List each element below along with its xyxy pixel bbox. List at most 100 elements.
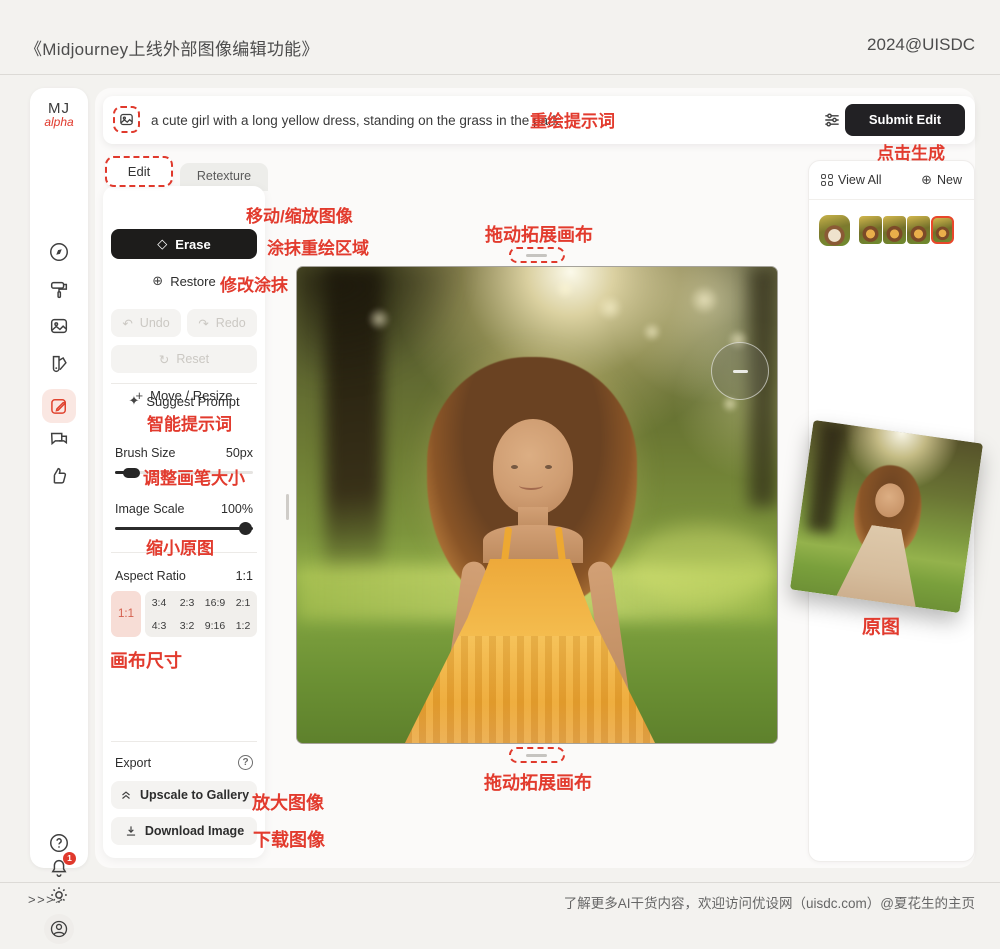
- slider-track: [115, 527, 253, 530]
- bell-icon[interactable]: 1: [48, 857, 70, 879]
- redo-label: Redo: [216, 316, 246, 330]
- thumbnail-variant-selected[interactable]: [931, 216, 954, 244]
- view-all-label: View All: [838, 173, 882, 187]
- panel-scrollbar[interactable]: [286, 494, 289, 520]
- suggest-prompt-label: Suggest Prompt: [146, 394, 239, 409]
- erase-icon: ◇: [157, 236, 167, 252]
- restore-label: Restore: [170, 274, 216, 289]
- photo-layer: [642, 322, 662, 342]
- reset-button[interactable]: ↻ Reset: [111, 345, 257, 373]
- brush-minus-icon: [733, 370, 748, 373]
- photo-layer: [806, 421, 847, 534]
- footer-credit: 了解更多AI干货内容，欢迎访问优设网（uisdc.com）@夏花生的主页: [564, 892, 975, 912]
- view-all-button[interactable]: View All: [821, 173, 882, 187]
- aspect-option[interactable]: 2:3: [173, 591, 201, 614]
- undo-icon: ↶: [122, 316, 132, 331]
- thumbnail-variant[interactable]: [907, 216, 930, 244]
- undo-label: Undo: [140, 316, 170, 330]
- compass-icon[interactable]: [48, 241, 70, 263]
- photo-layer: [483, 525, 583, 563]
- aspect-option[interactable]: 1:2: [229, 614, 257, 637]
- sparkle-icon: ✦: [128, 393, 139, 409]
- versions-panel-header: View All ⊕ New: [809, 161, 974, 200]
- annotation-prompt: 重绘提示词: [530, 107, 615, 132]
- header-divider: [0, 74, 1000, 75]
- expand-canvas-handle-top[interactable]: [509, 247, 565, 263]
- annotation-aspect: 画布尺寸: [110, 647, 182, 673]
- thumbnail-variant[interactable]: [883, 216, 906, 244]
- new-label: New: [937, 173, 962, 187]
- aspect-option-1-1-selected[interactable]: 1:1: [111, 591, 141, 637]
- photo-layer: [597, 295, 623, 321]
- tab-edit[interactable]: Edit: [105, 156, 173, 187]
- reset-label: Reset: [176, 352, 209, 366]
- paint-roller-icon[interactable]: [48, 279, 70, 301]
- chat-icon[interactable]: [48, 428, 70, 450]
- download-image-button[interactable]: Download Image: [111, 817, 257, 845]
- photo-layer: [689, 285, 719, 315]
- plus-circle-icon: ⊕: [921, 172, 932, 188]
- edit-icon[interactable]: [42, 389, 76, 423]
- redo-button[interactable]: ↷ Redo: [187, 309, 257, 337]
- brush-size-row: Brush Size 50px: [115, 446, 253, 460]
- slider-thumb[interactable]: [123, 468, 140, 478]
- upscale-to-gallery-button[interactable]: Upscale to Gallery: [111, 781, 257, 809]
- export-help-icon[interactable]: ?: [238, 755, 253, 770]
- aspect-ratio-grid: 3:4 2:3 16:9 2:1 4:3 3:2 9:16 1:2: [145, 591, 257, 637]
- new-button[interactable]: ⊕ New: [921, 172, 962, 188]
- annotation-scale: 缩小原图: [146, 534, 214, 559]
- settings-sliders-icon[interactable]: [822, 110, 842, 130]
- thumbs-up-icon[interactable]: [48, 465, 70, 487]
- aspect-option[interactable]: 9:16: [201, 614, 229, 637]
- brush-size-value: 50px: [226, 446, 253, 460]
- canvas-image[interactable]: [297, 267, 777, 743]
- annotation-brush: 调整画笔大小: [143, 464, 245, 489]
- erase-label: Erase: [175, 237, 210, 252]
- photo-layer: [511, 465, 518, 469]
- upscale-chevrons-icon: [119, 788, 133, 802]
- annotation-submit: 点击生成: [877, 139, 945, 164]
- slider-thumb[interactable]: [239, 522, 252, 535]
- undo-button[interactable]: ↶ Undo: [111, 309, 181, 337]
- help-icon[interactable]: [48, 832, 70, 854]
- logo-alpha-text: alpha: [30, 115, 88, 129]
- page-title: 《Midjourney上线外部图像编辑功能》: [25, 35, 319, 60]
- aspect-option[interactable]: 3:2: [173, 614, 201, 637]
- thumbnail-variant[interactable]: [859, 216, 882, 244]
- image-icon[interactable]: [48, 315, 70, 337]
- annotation-download: 下载图像: [253, 826, 325, 852]
- aspect-option[interactable]: 2:1: [229, 591, 257, 614]
- prompt-image-icon[interactable]: [113, 106, 140, 133]
- aspect-ratio-label: Aspect Ratio: [115, 569, 186, 583]
- annotation-erase: 涂抹重绘区域: [267, 234, 369, 259]
- account-avatar[interactable]: [44, 914, 74, 944]
- download-icon: [124, 824, 138, 838]
- export-row: Export ?: [115, 755, 253, 770]
- thumbnail-original[interactable]: [819, 215, 850, 246]
- swatches-icon[interactable]: [48, 353, 70, 375]
- prompt-input[interactable]: a cute girl with a long yellow dress, st…: [151, 113, 559, 128]
- photo-layer: [555, 279, 575, 299]
- suggest-prompt-button[interactable]: ✦ Suggest Prompt: [103, 392, 265, 410]
- grid-icon: [821, 174, 833, 186]
- image-scale-slider[interactable]: [115, 522, 253, 534]
- reset-icon: ↻: [159, 352, 169, 367]
- photo-layer: [367, 307, 391, 331]
- photo-layer: [519, 481, 543, 490]
- submit-edit-button[interactable]: Submit Edit: [845, 104, 965, 136]
- annotation-expand-bottom: 拖动拓展画布: [483, 769, 593, 795]
- aspect-option[interactable]: 3:4: [145, 591, 173, 614]
- erase-button[interactable]: ◇ Erase: [111, 229, 257, 259]
- aspect-ratio-value: 1:1: [236, 569, 253, 583]
- aspect-option[interactable]: 16:9: [201, 591, 229, 614]
- photo-girl-face: [493, 419, 573, 515]
- annotation-expand-top: 拖动拓展画布: [484, 221, 594, 247]
- annotation-suggest: 智能提示词: [147, 410, 232, 435]
- brush-cursor[interactable]: [711, 342, 769, 400]
- photo-layer: [627, 525, 777, 605]
- aspect-option[interactable]: 4:3: [145, 614, 173, 637]
- expand-canvas-handle-bottom[interactable]: [509, 747, 565, 763]
- original-image-preview[interactable]: [790, 420, 983, 613]
- export-label: Export: [115, 756, 151, 770]
- panel-divider: [111, 383, 257, 384]
